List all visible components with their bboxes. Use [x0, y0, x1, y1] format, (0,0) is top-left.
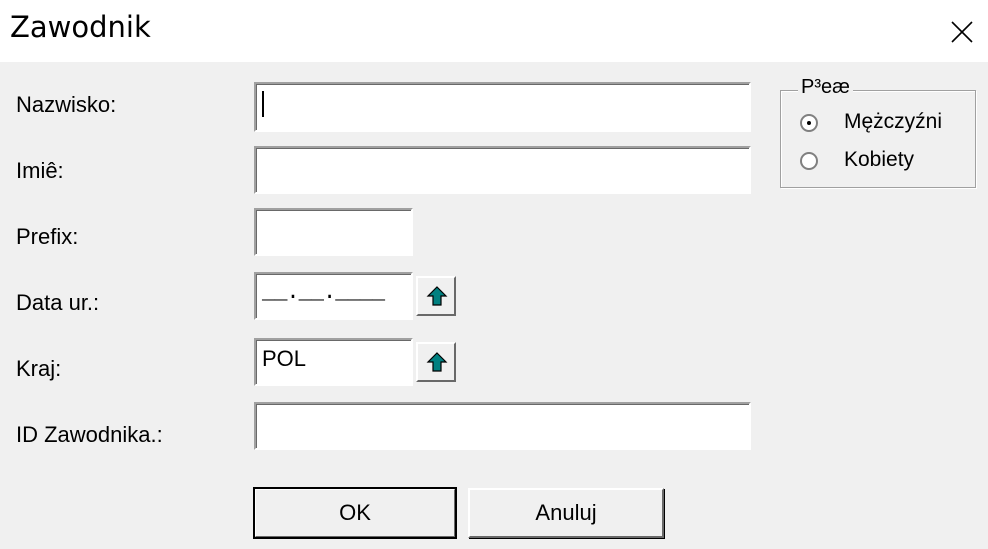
- radio-button-checked: [800, 114, 818, 132]
- ok-button-label: OK: [339, 500, 371, 525]
- country-label: Kraj:: [16, 356, 62, 381]
- prefix-label: Prefix:: [16, 224, 79, 249]
- surname-label: Nazwisko:: [16, 92, 117, 117]
- close-button[interactable]: [948, 18, 976, 46]
- up-arrow-icon: [426, 352, 448, 372]
- prefix-input[interactable]: [254, 208, 413, 256]
- country-value: POL: [262, 346, 307, 371]
- radio-men-label: Mężczyźni: [844, 110, 943, 133]
- radio-women[interactable]: Kobiety: [800, 148, 970, 176]
- country-picker-button[interactable]: [416, 342, 456, 382]
- radio-men[interactable]: Mężczyźni: [800, 110, 970, 138]
- birthdate-value: __.__.____: [262, 280, 385, 305]
- birthdate-label: Data ur.:: [16, 290, 100, 315]
- ok-button[interactable]: OK: [253, 487, 457, 539]
- text-caret: [262, 91, 264, 118]
- window-title: Zawodnik: [10, 10, 151, 44]
- up-arrow-icon: [426, 286, 448, 306]
- radio-women-label: Kobiety: [844, 148, 915, 171]
- firstname-label: Imiê:: [16, 158, 64, 183]
- radio-button-unchecked: [800, 152, 818, 170]
- title-bar: Zawodnik: [0, 0, 988, 62]
- firstname-input[interactable]: [254, 146, 751, 194]
- close-icon: [951, 21, 973, 43]
- gender-group-title: P³eæ: [798, 76, 853, 99]
- birthdate-input[interactable]: __.__.____: [254, 272, 413, 320]
- cancel-button-label: Anuluj: [535, 500, 597, 525]
- id-label: ID Zawodnika.:: [16, 422, 163, 447]
- surname-input[interactable]: [254, 82, 751, 132]
- player-id-input[interactable]: [254, 402, 751, 450]
- birthdate-picker-button[interactable]: [416, 276, 456, 316]
- country-input[interactable]: POL: [254, 338, 413, 386]
- cancel-button[interactable]: Anuluj: [468, 488, 664, 538]
